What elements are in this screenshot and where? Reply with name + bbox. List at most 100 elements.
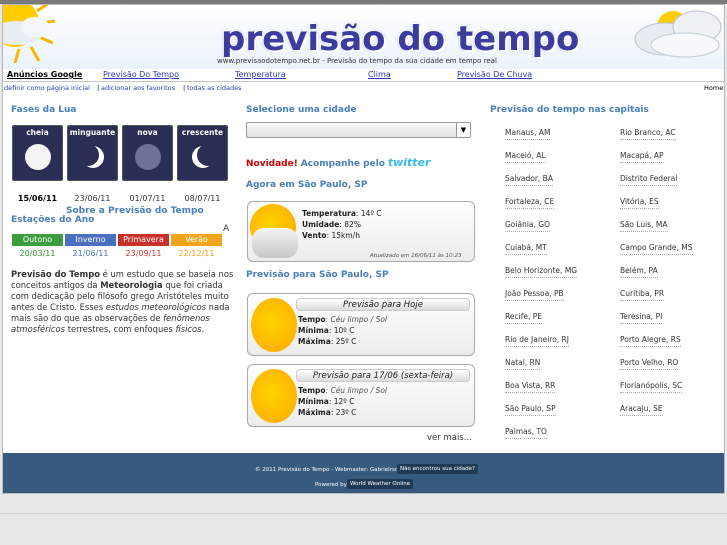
capital-link[interactable]: Cuiabá, MT (505, 243, 547, 255)
capital-link[interactable]: Florianópolis, SC (620, 381, 683, 393)
moon-card-crescente: crescente (177, 125, 228, 181)
novidade-banner: Novidade! Acompanhe pelo twitter (246, 156, 430, 169)
nav-ads-google[interactable]: Anúncios Google (7, 70, 82, 79)
nav-previsao-do-tempo[interactable]: Previsão Do Tempo (103, 70, 179, 79)
tempo-value: : Céu limpo / Sol (325, 386, 387, 395)
see-more-link[interactable]: ver mais... (427, 433, 472, 443)
city-select[interactable]: ▼ (246, 122, 471, 138)
current-weather-title: Agora em São Paulo, SP (246, 180, 368, 190)
link-favorites[interactable]: adicionar aos favoritos (101, 84, 175, 92)
site-logo[interactable]: previsão do tempo (221, 19, 579, 59)
forecast-today-box: Previsão para Hoje Tempo: Céu limpo / So… (247, 293, 475, 356)
capital-link[interactable]: Salvador, BA (505, 174, 553, 186)
max-value: : 25º C (330, 337, 357, 346)
link-homepage[interactable]: definir como página inicial (4, 84, 90, 92)
forecast-today-details: Tempo: Céu limpo / Sol Mínima: 10º C Máx… (298, 314, 387, 347)
nav-clima[interactable]: Clima (368, 70, 391, 79)
capital-link[interactable]: Vitória, ES (620, 197, 659, 209)
intro-text: terrestres, com enfoques (65, 324, 176, 334)
current-weather-box: Temperatura: 14º C Umidade: 82% Vento : 1… (247, 201, 475, 262)
moon-date-cheia: 15/06/11 (17, 194, 58, 203)
capital-link[interactable]: Distrito Federal (620, 174, 678, 186)
nav-temperatura[interactable]: Temperatura (235, 70, 286, 79)
forecast-title: Previsão para São Paulo, SP (246, 270, 389, 280)
capital-link[interactable]: Palmas, TO (505, 427, 547, 439)
min-label: Mínima (298, 326, 329, 335)
sub-nav: definir como página inicial | adicionar … (3, 83, 724, 93)
footer: © 2011 Previsão do Tempo - Webmaster: Ga… (3, 453, 724, 493)
moon-date-crescente: 08/07/11 (184, 194, 221, 203)
season-date-outono: 20/03/11 (19, 249, 56, 258)
capital-link[interactable]: Rio de Janeiro, RJ (505, 335, 569, 347)
link-home[interactable]: Home (704, 84, 723, 92)
twitter-logo[interactable]: twitter (388, 156, 431, 169)
capital-link[interactable]: Maceió, AL (505, 151, 546, 163)
season-date-primavera: 23/09/11 (125, 249, 162, 258)
bottom-divider (0, 513, 727, 514)
temperature-row: Temperatura: 14º C (302, 208, 382, 219)
humidity-label: Umidade (302, 220, 340, 229)
moon-phase-label: nova (137, 128, 158, 137)
world-weather-online-link[interactable]: World Weather Online (347, 479, 414, 489)
season-date-inverno: 21/06/11 (72, 249, 109, 258)
sun-icon (251, 298, 297, 352)
nav-previsao-de-chuva[interactable]: Previsão De Chuva (457, 70, 532, 79)
chevron-down-icon[interactable]: ▼ (456, 123, 470, 137)
capital-link[interactable]: Macapá, AP (620, 151, 664, 163)
novidade-text: Acompanhe pelo (300, 159, 385, 169)
moon-card-minguante: minguante (67, 125, 118, 181)
tempo-value: : Céu limpo / Sol (325, 315, 387, 324)
waxing-moon-icon (192, 144, 216, 168)
page: previsão do tempo www.previsaodotempo.ne… (2, 4, 725, 494)
max-value: : 23º C (330, 408, 357, 417)
capital-link[interactable]: Boa Vista, RR (505, 381, 556, 393)
tempo-label: Tempo (298, 386, 326, 395)
capital-link[interactable]: Porto Velho, RO (620, 358, 679, 370)
capital-link[interactable]: Goiânia, GO (505, 220, 550, 232)
forecast-tomorrow-box: Previsão para 17/06 (sexta-feira) Tempo:… (247, 364, 475, 427)
capital-link[interactable]: Fortaleza, CE (505, 197, 555, 209)
humidity-row: Umidade: 82% (302, 219, 382, 230)
capital-link[interactable]: Campo Grande, MS (620, 243, 693, 255)
capital-link[interactable]: Rio Branco, AC (620, 128, 676, 140)
city-select-title: Selecione uma cidade (246, 105, 357, 115)
capital-link[interactable]: João Pessoa, PB (505, 289, 564, 301)
link-all-cities[interactable]: todas as cidades (187, 84, 242, 92)
moon-phase-label: minguante (69, 128, 116, 137)
capital-link[interactable]: São Paulo, SP (505, 404, 556, 416)
forecast-min-row: Mínima: 10º C (298, 325, 387, 336)
forecast-tempo-row: Tempo: Céu limpo / Sol (298, 385, 387, 396)
capital-link[interactable]: Belo Horizonte, MG (505, 266, 578, 278)
capital-link[interactable]: Manaus, AM (505, 128, 551, 140)
not-found-city-button[interactable]: Não encontrou sua cidade? (397, 464, 478, 474)
forecast-day-title: Previsão para Hoje (296, 298, 470, 311)
capital-link[interactable]: Curitiba, PR (620, 289, 665, 301)
new-moon-icon (135, 144, 161, 170)
max-label: Máxima (298, 408, 331, 417)
temperature-value: : 14º C (355, 209, 382, 218)
header: previsão do tempo www.previsaodotempo.ne… (3, 5, 724, 69)
sun-decoration-icon (3, 5, 56, 64)
capital-link[interactable]: Aracaju, SE (620, 404, 663, 416)
season-primavera: Primavera (118, 234, 169, 246)
capital-link[interactable]: Teresina, PI (620, 312, 663, 324)
moon-date-minguante: 23/06/11 (74, 194, 111, 203)
min-value: : 12º C (328, 397, 355, 406)
capital-link[interactable]: Belém, PA (620, 266, 658, 278)
capital-link[interactable]: Recife, PE (505, 312, 542, 324)
max-label: Máxima (298, 337, 331, 346)
forecast-tempo-row: Tempo: Céu limpo / Sol (298, 314, 387, 325)
capital-link[interactable]: São Luis, MA (620, 220, 668, 232)
wind-label: Vento (302, 231, 327, 240)
season-verao: Verão (171, 234, 222, 246)
min-label: Mínima (298, 397, 329, 406)
current-weather-details: Temperatura: 14º C Umidade: 82% Vento : 1… (302, 208, 382, 241)
capitals-title: Previsão do tempo nas capitais (490, 105, 649, 115)
moon-date-nova: 01/07/11 (129, 194, 166, 203)
intro-text: Meteorologia (100, 280, 163, 290)
forecast-tomorrow-details: Tempo: Céu limpo / Sol Mínima: 12º C Máx… (298, 385, 387, 418)
tempo-label: Tempo (298, 315, 326, 324)
moon-card-nova: nova (122, 125, 173, 181)
capital-link[interactable]: Natal, RN (505, 358, 541, 370)
capital-link[interactable]: Porto Alegre, RS (620, 335, 681, 347)
